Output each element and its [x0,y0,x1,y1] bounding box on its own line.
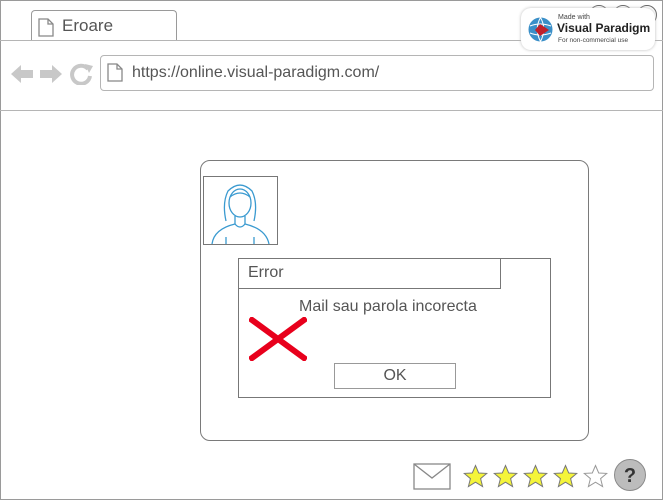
page-icon [107,63,123,87]
woman-avatar-icon [211,184,270,244]
tab-title: Eroare [62,16,114,35]
star-icon[interactable] [493,464,518,489]
reload-icon[interactable] [70,63,94,90]
star-icon[interactable] [523,464,548,489]
url-text: https://online.visual-paradigm.com/ [132,64,380,81]
error-message: Mail sau parola incorecta [299,298,477,315]
star-icon[interactable] [583,464,608,489]
back-arrow-icon[interactable] [10,63,34,90]
star-rating[interactable] [463,464,608,489]
help-button[interactable]: ? [614,459,646,491]
toolbar-divider [0,110,663,111]
mail-icon[interactable] [413,463,451,495]
star-icon[interactable] [553,464,578,489]
star-icon[interactable] [463,464,488,489]
page-icon [38,18,54,42]
dialog-title-bar: Error [238,258,501,289]
watermark-note: For non-commercial use [558,37,629,44]
ok-button[interactable]: OK [334,363,456,389]
avatar [203,176,278,245]
forward-arrow-icon[interactable] [39,63,63,90]
address-bar[interactable]: https://online.visual-paradigm.com/ [100,55,654,91]
visual-paradigm-logo-icon [527,16,554,48]
visual-paradigm-watermark: Made with Visual Paradigm For non-commer… [521,8,655,50]
browser-tab[interactable]: Eroare [31,10,177,41]
error-x-icon [247,315,309,366]
watermark-brand: Visual Paradigm [557,21,651,35]
dialog-title: Error [248,264,284,281]
error-dialog: Error Mail sau parola incorecta OK [238,258,551,398]
watermark-made-with: Made with [558,14,590,21]
